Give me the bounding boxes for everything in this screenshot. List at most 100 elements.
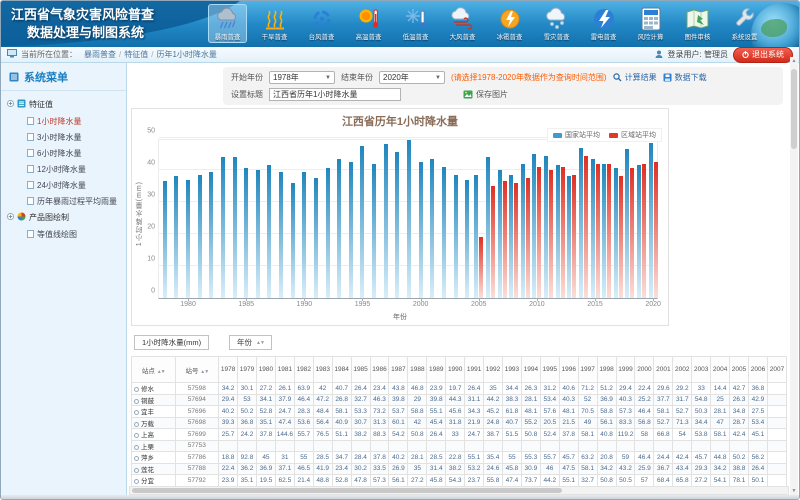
column-header-year-2007[interactable]: 2007 [767, 357, 786, 383]
bar-national-2001 [430, 159, 434, 298]
column-header-year-1991[interactable]: 1991 [465, 357, 484, 383]
value-cell-57753-1984 [332, 440, 351, 452]
sidebar-item-feature-5[interactable]: 历年暴雨过程平均雨量 [3, 193, 124, 209]
column-header-year-1978[interactable]: 1978 [219, 357, 238, 383]
column-header-year-1997[interactable]: 1997 [578, 357, 597, 383]
sidebar-item-feature-4[interactable]: 24小时降水量 [3, 177, 124, 193]
station-name-cell[interactable]: 修水 [132, 383, 176, 395]
row-expand-icon[interactable] [134, 422, 139, 427]
station-name-cell[interactable]: 上高 [132, 429, 176, 441]
sidebar-item-product-0[interactable]: 等值线绘图 [3, 226, 124, 242]
toolbar-item-map-audit[interactable]: 图件审核 [678, 4, 717, 43]
download-button[interactable]: 数据下载 [663, 72, 707, 83]
column-header-year-2003[interactable]: 2003 [692, 357, 711, 383]
sidebar-item-feature-1[interactable]: 3小时降水量 [3, 129, 124, 145]
legend-item[interactable]: 国家站平均 [553, 130, 600, 140]
column-header-year-1985[interactable]: 1985 [351, 357, 370, 383]
station-name-cell[interactable]: 萍乡 [132, 452, 176, 464]
station-name-cell[interactable]: 万载 [132, 417, 176, 429]
value-cell-57753-2006 [749, 440, 768, 452]
scroll-down-icon[interactable]: ▼ [790, 488, 798, 494]
station-name-cell[interactable]: 铜鼓 [132, 394, 176, 406]
row-expand-icon[interactable] [134, 456, 139, 461]
legend-item[interactable]: 区域站平均 [609, 130, 656, 140]
start-year-select[interactable]: 1978年▼ [269, 71, 335, 84]
column-header-year-1980[interactable]: 1980 [256, 357, 275, 383]
sidebar-item-feature-3[interactable]: 12小时降水量 [3, 161, 124, 177]
breadcrumb-link[interactable]: 历年1小时降水量 [156, 50, 216, 59]
vertical-scrollbar[interactable]: ▲ ▼ [790, 57, 798, 495]
column-header-station-id[interactable]: 站号 ▲▼ [175, 357, 219, 383]
row-expand-icon[interactable] [134, 468, 139, 473]
calculate-button[interactable]: 计算结果 [613, 72, 657, 83]
vertical-scroll-thumb[interactable] [791, 69, 797, 149]
toolbar-item-drought[interactable]: 干旱普查 [255, 4, 294, 43]
table-pivot-year-box[interactable]: 年份▲▼ [229, 335, 272, 350]
column-header-year-2001[interactable]: 2001 [654, 357, 673, 383]
scroll-up-icon[interactable]: ▲ [790, 58, 798, 64]
x-axis-tick-mark [653, 298, 654, 301]
chart-title-input[interactable]: 江西省历年1小时降水量 [269, 88, 401, 101]
column-header-year-1982[interactable]: 1982 [294, 357, 313, 383]
save-image-button[interactable]: 保存图片 [463, 89, 508, 100]
sidebar-item-feature-2[interactable]: 6小时降水量 [3, 145, 124, 161]
column-header-year-2006[interactable]: 2006 [749, 357, 768, 383]
toolbar-item-hail[interactable]: 冰雹普查 [490, 4, 529, 43]
table-measure-box[interactable]: 1小时降水量(mm) [134, 335, 209, 350]
toolbar-item-snow[interactable]: 雪灾普查 [537, 4, 576, 43]
column-header-year-2002[interactable]: 2002 [673, 357, 692, 383]
column-header-year-1995[interactable]: 1995 [540, 357, 559, 383]
toolbar-item-wrench[interactable]: 系统设置 [725, 4, 764, 43]
column-header-year-1998[interactable]: 1998 [597, 357, 616, 383]
column-header-year-1987[interactable]: 1987 [389, 357, 408, 383]
column-header-year-2005[interactable]: 2005 [730, 357, 749, 383]
row-expand-icon[interactable] [134, 479, 139, 484]
row-expand-icon[interactable] [134, 410, 139, 415]
column-header-year-1989[interactable]: 1989 [427, 357, 446, 383]
column-header-year-1986[interactable]: 1986 [370, 357, 389, 383]
station-name-cell[interactable]: 分宜 [132, 475, 176, 487]
toolbar-item-typhoon[interactable]: 台风普查 [302, 4, 341, 43]
column-header-year-1990[interactable]: 1990 [446, 357, 465, 383]
horizontal-scroll-thumb[interactable] [132, 488, 562, 493]
column-header-year-2004[interactable]: 2004 [711, 357, 730, 383]
station-id-cell: 57788 [175, 463, 219, 475]
sidebar-item-feature-0[interactable]: 1小时降水量 [3, 113, 124, 129]
toolbar-item-rainstorm[interactable]: 暴雨普查 [208, 4, 247, 43]
column-header-year-1979[interactable]: 1979 [238, 357, 257, 383]
station-name-cell[interactable]: 上栗 [132, 440, 176, 452]
sidebar-group-feature[interactable]: 特征值 [3, 96, 124, 113]
row-expand-icon[interactable] [134, 399, 139, 404]
sidebar-group-label: 特征值 [29, 99, 53, 110]
column-header-year-1992[interactable]: 1992 [484, 357, 503, 383]
logout-button[interactable]: 退出系统 [733, 47, 793, 63]
column-header-year-1983[interactable]: 1983 [313, 357, 332, 383]
column-header-year-1988[interactable]: 1988 [408, 357, 427, 383]
toolbar-item-wind[interactable]: 大风普查 [443, 4, 482, 43]
station-name-cell[interactable]: 宜丰 [132, 406, 176, 418]
tree-expand-icon[interactable] [7, 213, 14, 222]
column-header-year-1996[interactable]: 1996 [559, 357, 578, 383]
end-year-select[interactable]: 2020年▼ [379, 71, 445, 84]
row-expand-icon[interactable] [134, 445, 139, 450]
column-header-year-1999[interactable]: 1999 [616, 357, 635, 383]
toolbar-item-calculator[interactable]: 风险计算 [631, 4, 670, 43]
toolbar-item-high-temp[interactable]: 高温普查 [349, 4, 388, 43]
column-header-station[interactable]: 站点 ▲▼ [132, 357, 176, 383]
column-header-year-1984[interactable]: 1984 [332, 357, 351, 383]
value-cell-57598-1991: 26.4 [465, 383, 484, 395]
sidebar-group-product[interactable]: 产品图绘制 [3, 209, 124, 226]
column-header-year-1994[interactable]: 1994 [521, 357, 540, 383]
row-expand-icon[interactable] [134, 433, 139, 438]
tree-expand-icon[interactable] [7, 100, 14, 109]
toolbar-item-lightning[interactable]: 雷电普查 [584, 4, 623, 43]
column-header-year-1993[interactable]: 1993 [502, 357, 521, 383]
station-name-cell[interactable]: 莲花 [132, 463, 176, 475]
row-expand-icon[interactable] [134, 387, 139, 392]
column-header-year-2000[interactable]: 2000 [635, 357, 654, 383]
horizontal-scrollbar[interactable] [129, 486, 789, 495]
breadcrumb-link[interactable]: 暴雨普查 [84, 50, 116, 59]
breadcrumb-link[interactable]: 特征值 [124, 50, 148, 59]
toolbar-item-low-temp[interactable]: 低温普查 [396, 4, 435, 43]
column-header-year-1981[interactable]: 1981 [275, 357, 294, 383]
